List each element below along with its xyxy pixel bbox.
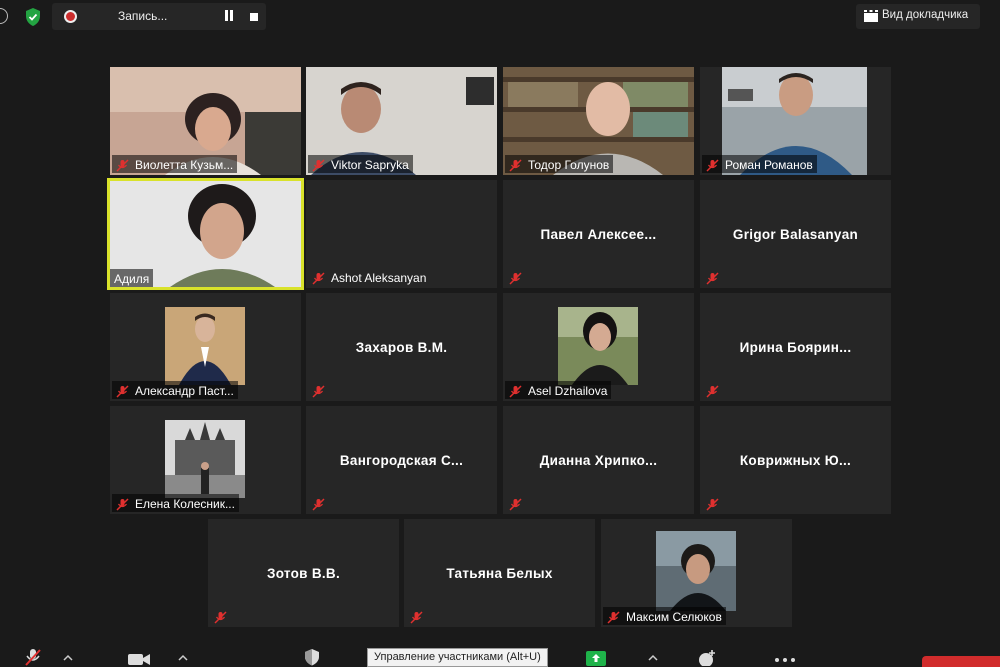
video-tile[interactable]: Роман Романов <box>700 67 891 175</box>
participant-label <box>702 381 729 399</box>
view-switch-button[interactable]: Вид докладчика <box>856 4 980 29</box>
muted-mic-icon <box>214 610 227 624</box>
video-tile[interactable]: Вангородская С... <box>306 406 497 514</box>
video-tile[interactable]: Захаров В.М. <box>306 293 497 401</box>
video-camera-icon[interactable] <box>127 648 151 666</box>
encryption-shield-icon[interactable] <box>24 7 42 27</box>
video-tile[interactable]: Елена Колесник... <box>110 406 301 514</box>
mute-mic-icon[interactable] <box>24 648 42 666</box>
video-tile[interactable]: Татьяна Белых <box>404 519 595 627</box>
participant-label: Елена Колесник... <box>112 494 239 512</box>
video-tile[interactable]: Виолетта Кузьм... <box>110 67 301 175</box>
more-options-icon[interactable] <box>772 648 798 666</box>
muted-mic-icon <box>312 158 325 172</box>
participant-video <box>165 307 245 385</box>
muted-mic-icon <box>410 610 423 624</box>
participant-label <box>406 607 433 625</box>
participant-label: Asel Dzhailova <box>505 381 612 399</box>
participant-label <box>505 268 532 286</box>
video-tile[interactable]: Viktor Saprуka <box>306 67 497 175</box>
muted-mic-icon <box>706 384 719 398</box>
video-tile[interactable]: Александр Паст... <box>110 293 301 401</box>
participant-label: Александр Паст... <box>112 381 238 399</box>
participant-label <box>210 607 237 625</box>
muted-mic-icon <box>116 497 129 511</box>
participant-label: Viktor Saprуka <box>308 155 413 173</box>
info-icon[interactable] <box>0 8 8 24</box>
meeting-top-bar: Запись... Вид докладчика <box>0 0 1000 36</box>
video-tile[interactable]: Ashot Aleksanyan <box>306 180 497 288</box>
participant-label <box>702 268 729 286</box>
muted-mic-icon <box>509 497 522 511</box>
pause-recording-button[interactable] <box>222 9 236 23</box>
participant-label: Максим Селюков <box>603 607 726 625</box>
muted-mic-icon <box>312 384 325 398</box>
recording-indicator: Запись... <box>52 3 266 30</box>
muted-mic-icon <box>706 271 719 285</box>
video-tile[interactable]: Asel Dzhailova <box>503 293 694 401</box>
reactions-icon[interactable] <box>696 648 718 666</box>
video-options-chevron-icon[interactable] <box>178 648 188 666</box>
view-switch-label: Вид докладчика <box>882 9 969 21</box>
participant-label <box>702 494 729 512</box>
recording-label: Запись... <box>118 9 168 23</box>
audio-options-chevron-icon[interactable] <box>63 648 73 666</box>
muted-mic-icon <box>312 497 325 511</box>
participant-video <box>656 531 736 611</box>
stop-recording-button[interactable] <box>250 13 258 21</box>
security-shield-icon[interactable] <box>303 648 321 666</box>
record-dot-icon <box>64 10 77 23</box>
video-tile[interactable]: Тодор Голунов <box>503 67 694 175</box>
participant-label <box>308 494 335 512</box>
grid-view-icon <box>864 10 878 22</box>
video-tile[interactable]: Максим Селюков <box>601 519 792 627</box>
video-tile-active-speaker[interactable]: Адиля <box>107 178 304 290</box>
muted-mic-icon <box>509 158 522 172</box>
participant-label: Виолетта Кузьм... <box>112 155 238 173</box>
video-tile[interactable]: Павел Алексее... <box>503 180 694 288</box>
muted-mic-icon <box>607 610 620 624</box>
participant-label: Адиля <box>110 269 154 287</box>
muted-mic-icon <box>116 158 129 172</box>
muted-mic-icon <box>509 384 522 398</box>
video-tile[interactable]: Дианна Хрипко... <box>503 406 694 514</box>
participant-label <box>505 494 532 512</box>
video-tile[interactable]: Зотов В.В. <box>208 519 399 627</box>
muted-mic-icon <box>312 271 325 285</box>
participant-label: Роман Романов <box>702 155 817 173</box>
video-tile[interactable]: Ирина Боярин... <box>700 293 891 401</box>
participant-video <box>165 420 245 498</box>
muted-mic-icon <box>509 271 522 285</box>
participant-video <box>558 307 638 385</box>
muted-mic-icon <box>116 384 129 398</box>
meeting-toolbar: Управление участниками (Alt+U) <box>0 642 1000 667</box>
participant-label: Тодор Голунов <box>505 155 614 173</box>
participant-label: Ashot Aleksanyan <box>308 268 430 286</box>
participants-tooltip: Управление участниками (Alt+U) <box>367 648 548 667</box>
share-screen-icon[interactable] <box>585 648 607 666</box>
end-meeting-button[interactable] <box>922 656 1000 667</box>
muted-mic-icon <box>706 158 719 172</box>
video-tile[interactable]: Grigor Balasanyan <box>700 180 891 288</box>
participant-label <box>308 381 335 399</box>
video-tile[interactable]: Коврижных Ю... <box>700 406 891 514</box>
muted-mic-icon <box>706 497 719 511</box>
share-options-chevron-icon[interactable] <box>648 648 658 666</box>
